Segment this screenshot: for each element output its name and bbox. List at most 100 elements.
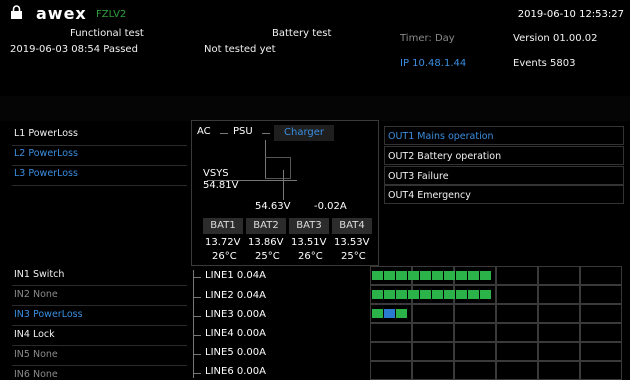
functional-test-value: 2019-06-03 08:54 Passed (10, 44, 138, 55)
grid-cell (580, 323, 622, 342)
input-in3-label: IN3 PowerLoss (14, 309, 83, 320)
psu-label: PSU (233, 126, 253, 137)
psu-charger-connector (262, 133, 270, 134)
line-1-block (456, 271, 467, 280)
line-1[interactable]: LINE1 0.04A (205, 270, 266, 281)
line-2[interactable]: LINE2 0.04A (205, 290, 266, 301)
input-in6-label: IN6 None (14, 369, 58, 380)
input-l1-powerloss[interactable]: L1 PowerLoss (14, 124, 78, 144)
grid-cell (412, 323, 454, 342)
grid-cell (454, 342, 496, 361)
header-bar: awex FZLV2 2019-06-10 12:53:27 Functiona… (0, 0, 630, 96)
events-count[interactable]: Events 5803 (513, 58, 576, 69)
charger-node[interactable]: Charger (274, 125, 334, 141)
input-in4-label: IN4 Lock (14, 329, 55, 340)
input-in2[interactable]: IN2 None (14, 285, 58, 305)
line-3[interactable]: LINE3 0.00A (205, 309, 266, 320)
grid-cell (538, 361, 580, 380)
input-l3-powerloss[interactable]: L3 PowerLoss (14, 164, 78, 184)
grid-cell (538, 304, 580, 323)
input-in5-label: IN5 None (14, 349, 58, 360)
line-1-block (384, 271, 395, 280)
battery-4-temp: 25°C (341, 251, 366, 262)
battery-2-chip[interactable]: BAT2 (246, 218, 286, 234)
output-3[interactable]: OUT3 Failure (384, 166, 624, 185)
lock-icon[interactable] (10, 5, 23, 19)
grid-cell (454, 323, 496, 342)
input-in5[interactable]: IN5 None (14, 345, 58, 365)
grid-cell (496, 323, 538, 342)
line4-connector (193, 335, 201, 336)
grid-cell (538, 266, 580, 285)
line1-connector (193, 277, 201, 278)
line-1-block (468, 271, 479, 280)
grid-cell (580, 304, 622, 323)
battery-2-voltage: 13.86V (248, 237, 284, 248)
input-in2-label: IN2 None (14, 289, 58, 300)
battery-1-name: BAT1 (210, 220, 236, 231)
grid-cell (496, 342, 538, 361)
line-2-block (480, 290, 491, 299)
input-in4[interactable]: IN4 Lock (14, 325, 55, 345)
input-in1[interactable]: IN1 Switch (14, 265, 64, 285)
psu-node[interactable]: PSU (233, 126, 253, 137)
battery-3-chip[interactable]: BAT3 (289, 218, 329, 234)
line-5[interactable]: LINE5 0.00A (205, 347, 266, 358)
output-1[interactable]: OUT1 Mains operation (384, 126, 624, 145)
grid-cell (370, 361, 412, 380)
line-3-block (396, 309, 407, 318)
line-2-block (420, 290, 431, 299)
line3-connector (193, 316, 201, 317)
grid-cell (370, 342, 412, 361)
output-2[interactable]: OUT2 Battery operation (384, 146, 624, 165)
line-6[interactable]: LINE6 0.00A (205, 366, 266, 377)
grid-cell (538, 323, 580, 342)
line-status-grid (370, 266, 626, 380)
charger-down-line (283, 170, 284, 200)
grid-cell (496, 266, 538, 285)
grid-cell (496, 361, 538, 380)
grid-cell (370, 323, 412, 342)
line-2-block (456, 290, 467, 299)
battery-3-temp: 26°C (298, 251, 323, 262)
line-2-block (444, 290, 455, 299)
charger-label: Charger (284, 127, 324, 138)
battery-1-temp: 26°C (212, 251, 237, 262)
output-4[interactable]: OUT4 Emergency (384, 185, 624, 204)
battery-1-voltage: 13.72V (205, 237, 241, 248)
input-l2-powerloss[interactable]: L2 PowerLoss (14, 144, 78, 164)
grid-cell (454, 304, 496, 323)
grid-cell (496, 304, 538, 323)
input-in6[interactable]: IN6 None (14, 365, 58, 380)
line-4[interactable]: LINE4 0.00A (205, 328, 266, 339)
grid-cell (496, 285, 538, 304)
brand-logo: awex (36, 4, 87, 23)
input-in1-label: IN1 Switch (14, 269, 65, 280)
input-in3[interactable]: IN3 PowerLoss (14, 305, 83, 325)
line2-connector (193, 297, 201, 298)
line-2-block (468, 290, 479, 299)
ac-label: AC (197, 126, 211, 137)
line-2-block (372, 290, 383, 299)
line6-connector (193, 373, 201, 374)
model-name: FZLV2 (96, 9, 127, 20)
grid-cell (580, 285, 622, 304)
timer-label: Timer: Day (400, 33, 455, 44)
datetime: 2019-06-10 12:53:27 (517, 9, 624, 20)
battery-1-chip[interactable]: BAT1 (203, 218, 243, 234)
line-2-block (408, 290, 419, 299)
grid-cell (412, 304, 454, 323)
battery-3-voltage: 13.51V (291, 237, 327, 248)
battery-4-chip[interactable]: BAT4 (332, 218, 372, 234)
vsys-value: 54.81V (203, 180, 239, 191)
grid-cell (454, 361, 496, 380)
grid-cell (412, 342, 454, 361)
ac-node[interactable]: AC (197, 126, 211, 137)
line-3-block (384, 309, 395, 318)
lines-trunk (193, 270, 194, 378)
battery-2-temp: 25°C (255, 251, 280, 262)
grid-cell (580, 342, 622, 361)
grid-cell (580, 266, 622, 285)
line5-connector (193, 354, 201, 355)
diagram-branch-box (265, 157, 291, 179)
